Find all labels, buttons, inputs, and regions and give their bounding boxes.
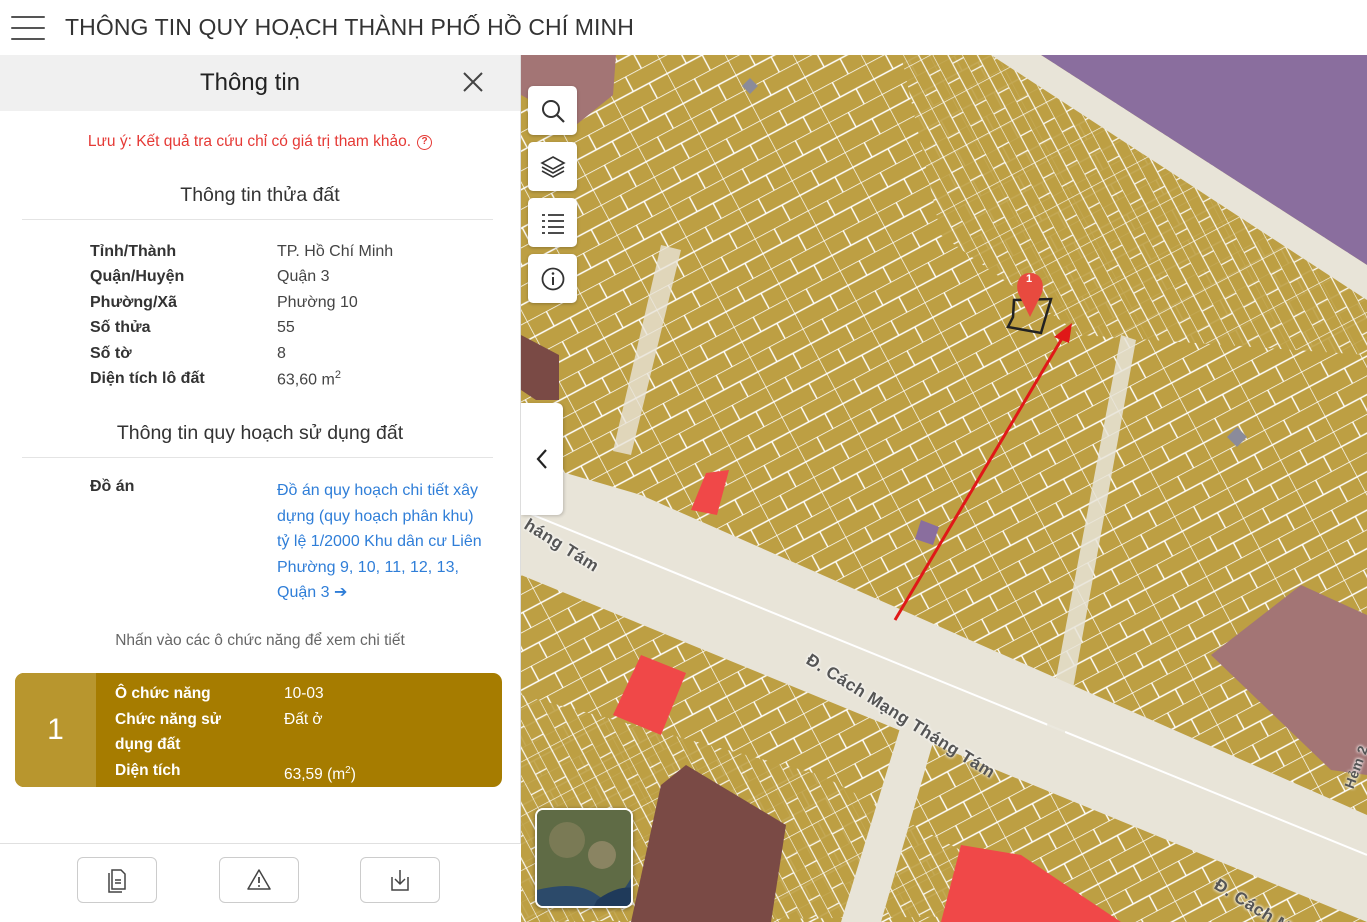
info-label: Diện tích lô đất <box>90 370 205 388</box>
function-label: Ô chức năng <box>115 685 211 702</box>
function-label: Chức năng sử dụng đất <box>115 710 221 754</box>
document-button[interactable] <box>77 857 157 903</box>
top-bar: THÔNG TIN QUY HOẠCH THÀNH PHỐ HỒ CHÍ MIN… <box>0 0 1367 55</box>
disclaimer-text: Lưu ý: Kết quả tra cứu chỉ có giá trị th… <box>87 133 412 150</box>
divider <box>22 219 493 220</box>
parcel-section-title: Thông tin thửa đất <box>180 184 340 206</box>
hint-text: Nhấn vào các ô chức năng để xem chi tiết <box>115 631 405 649</box>
marker-label: 1 <box>1026 273 1033 285</box>
info-label: Quận/Huyện <box>90 268 185 286</box>
plan-link-text[interactable]: Đồ án quy hoạch chi tiết xây dựng (quy h… <box>277 482 482 601</box>
basemap-switcher[interactable] <box>535 808 633 908</box>
search-icon <box>541 99 565 123</box>
panel-header: Thông tin <box>0 55 520 111</box>
chevron-left-icon <box>536 449 547 469</box>
parcel-info-table: Tỉnh/Thành TP. Hồ Chí Minh Quận/Huyện Qu… <box>90 239 520 392</box>
disclaimer-note: Lưu ý: Kết quả tra cứu chỉ có giá trị th… <box>0 133 520 151</box>
map-canvas[interactable] <box>521 55 1367 922</box>
info-label: Phường/Xã <box>90 293 177 311</box>
download-button[interactable] <box>360 857 440 903</box>
info-panel: Thông tin Lưu ý: Kết quả tra cứu chỉ có … <box>0 55 521 922</box>
layers-button[interactable] <box>528 142 577 191</box>
info-label: Số thửa <box>90 319 151 337</box>
planning-map[interactable]: 1 Đ. Cách Mạng Tháng Tám háng Tám Đ. Các… <box>521 55 1367 922</box>
app-title: THÔNG TIN QUY HOẠCH THÀNH PHỐ HỒ CHÍ MIN… <box>65 14 634 40</box>
function-row: Ô chức năng 10-03 <box>115 681 356 707</box>
document-icon <box>108 869 126 893</box>
info-value: Quận 3 <box>277 268 330 286</box>
info-value: Phường 10 <box>277 293 358 311</box>
list-icon <box>541 213 564 234</box>
function-row: Chức năng sử dụng đất Đất ở <box>115 707 356 758</box>
info-label: Số tờ <box>90 344 132 362</box>
bottom-action-bar <box>0 843 521 922</box>
function-area-suffix: ) <box>350 765 356 783</box>
plan-label: Đồ án <box>90 478 135 495</box>
function-value: Đất ở <box>284 710 323 728</box>
collapse-panel-button[interactable] <box>521 403 563 515</box>
layers-icon <box>539 155 566 178</box>
area-unit-sup: 2 <box>334 369 341 382</box>
plan-row: Đồ án Đồ án quy hoạch chi tiết xây dựng … <box>90 478 520 606</box>
info-row-sheet-number: Số tờ 8 <box>90 341 520 367</box>
info-row-parcel-number: Số thửa 55 <box>90 316 520 342</box>
report-button[interactable] <box>219 857 299 903</box>
area-value: 63,60 m <box>277 371 335 389</box>
legend-button[interactable] <box>528 198 577 247</box>
function-value: 63,59 (m2) <box>284 758 356 788</box>
info-value: 55 <box>277 319 295 337</box>
info-value: TP. Hồ Chí Minh <box>277 242 394 260</box>
function-value: 10-03 <box>284 685 324 702</box>
function-cell-number: 1 <box>15 673 96 787</box>
planning-section-title: Thông tin quy hoạch sử dụng đất <box>116 422 404 444</box>
info-value: 8 <box>277 344 286 362</box>
panel-title: Thông tin <box>199 69 301 96</box>
function-cell-card[interactable]: 1 Ô chức năng 10-03 Chức năng sử dụng đấ… <box>15 673 502 787</box>
info-value: 63,60 m2 <box>277 369 341 389</box>
hamburger-menu-icon[interactable] <box>11 15 45 40</box>
info-button[interactable] <box>528 254 577 303</box>
function-area-value: 63,59 (m <box>284 765 346 783</box>
function-row: Diện tích 63,59 (m2) <box>115 758 356 788</box>
satellite-thumbnail <box>537 810 631 906</box>
divider <box>22 457 493 458</box>
warning-icon <box>247 869 271 890</box>
info-row-district: Quận/Huyện Quận 3 <box>90 265 520 291</box>
download-icon <box>391 870 409 891</box>
close-icon[interactable] <box>462 71 484 93</box>
search-button[interactable] <box>528 86 577 135</box>
info-row-area: Diện tích lô đất 63,60 m2 <box>90 367 520 393</box>
function-label: Diện tích <box>115 761 181 779</box>
info-icon <box>541 267 564 290</box>
info-label: Tỉnh/Thành <box>90 242 177 260</box>
info-row-ward: Phường/Xã Phường 10 <box>90 290 520 316</box>
function-cell-body: Ô chức năng 10-03 Chức năng sử dụng đất … <box>96 673 356 787</box>
arrow-right-icon[interactable]: ➔ <box>334 580 347 606</box>
info-row-province: Tỉnh/Thành TP. Hồ Chí Minh <box>90 239 520 265</box>
help-icon[interactable]: ? <box>417 134 433 150</box>
plan-link[interactable]: Đồ án quy hoạch chi tiết xây dựng (quy h… <box>277 478 487 606</box>
